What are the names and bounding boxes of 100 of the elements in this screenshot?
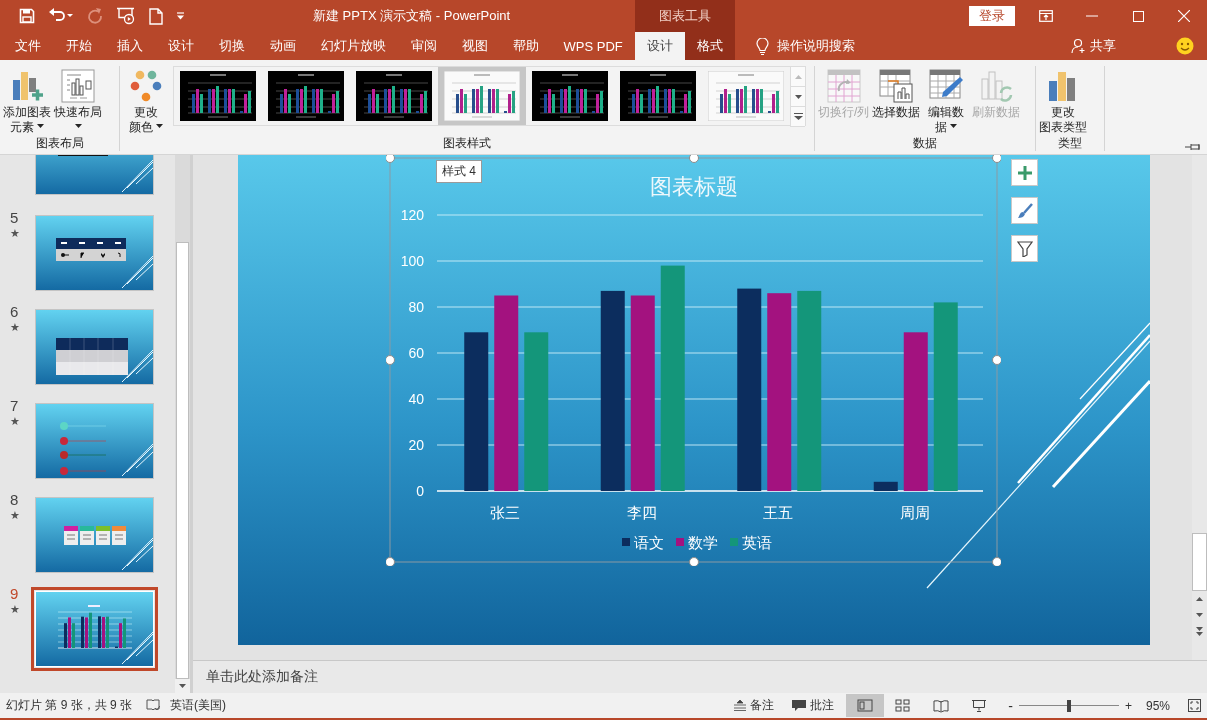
ribbon-button[interactable]: 编辑数 据 — [922, 66, 971, 135]
axis-label: 张三 — [490, 504, 521, 521]
undo-icon[interactable] — [48, 8, 74, 24]
chart-style-thumbnail[interactable] — [438, 67, 526, 125]
slide-number: 5 — [10, 209, 19, 226]
slide-thumbnail[interactable] — [36, 498, 153, 572]
animation-mark: ★ — [10, 415, 20, 428]
bar — [873, 481, 898, 491]
ribbon-tab[interactable]: 插入 — [104, 32, 155, 60]
slide-thumbnail[interactable] — [36, 216, 153, 290]
customize-caret-icon[interactable] — [176, 12, 185, 20]
caret-icon — [37, 124, 44, 129]
present-from-start-icon[interactable] — [116, 7, 136, 25]
chart-filters-button[interactable] — [1011, 235, 1038, 262]
ribbon-tab[interactable]: WPS PDF — [551, 32, 636, 60]
animation-mark: ★ — [10, 321, 20, 334]
ribbon-button[interactable]: 添加图表 元素 — [2, 66, 52, 135]
context-tab-label: 图表工具 — [659, 7, 711, 25]
resize-handle[interactable] — [992, 355, 1001, 365]
scroll-down-icon[interactable] — [794, 94, 802, 99]
ribbon-display-options-icon[interactable] — [1039, 10, 1053, 22]
person-icon — [1071, 38, 1087, 54]
zoom-level[interactable]: 95% — [1145, 698, 1170, 713]
zoom-out-button[interactable]: - — [1008, 697, 1013, 714]
share-button[interactable]: 共享 — [1065, 32, 1122, 60]
slide-thumbnail[interactable] — [36, 592, 153, 666]
ribbon-button[interactable]: 快速布局 — [53, 66, 103, 135]
slideshow-view-icon — [971, 698, 988, 713]
quick-layout-icon — [61, 69, 95, 103]
scrollbar-thumb[interactable] — [1192, 533, 1207, 591]
ribbon-button[interactable]: 选择数据 — [871, 66, 922, 120]
group-label: 图表布局 — [35, 135, 84, 152]
spelling-check-icon[interactable] — [146, 699, 161, 712]
pin-ribbon-icon[interactable] — [1185, 143, 1201, 151]
axis-label: 80 — [408, 299, 424, 315]
axis-label: 0 — [416, 483, 424, 499]
notes-button[interactable]: 备注 — [728, 697, 781, 714]
resize-handle[interactable] — [689, 155, 699, 163]
slide-number: 8 — [10, 491, 19, 508]
comments-button[interactable]: 批注 — [786, 697, 841, 714]
axis-label: 20 — [408, 437, 424, 453]
select-data-icon — [879, 69, 914, 103]
notes-placeholder[interactable]: 单击此处添加备注 — [206, 668, 318, 686]
ribbon-tab[interactable]: 格式 — [685, 32, 736, 60]
sign-in-button[interactable]: 登录 — [969, 6, 1015, 26]
zoom-slider[interactable] — [1018, 699, 1119, 712]
ribbon-tab[interactable]: 设计 — [635, 32, 686, 60]
ribbon-tab[interactable]: 帮助 — [500, 32, 551, 60]
scroll-up-icon[interactable] — [1196, 597, 1203, 601]
resize-handle[interactable] — [992, 557, 1001, 566]
resize-handle[interactable] — [386, 155, 395, 163]
resize-handle[interactable] — [386, 355, 395, 365]
ribbon-tab[interactable]: 切换 — [206, 32, 257, 60]
scroll-down-icon[interactable] — [179, 684, 186, 688]
zoom-in-button[interactable]: + — [1124, 698, 1132, 713]
maximize-icon[interactable] — [1132, 10, 1144, 22]
ribbon-tab[interactable]: 审阅 — [398, 32, 449, 60]
axis-label: 周周 — [899, 504, 930, 521]
slider-thumb[interactable] — [1066, 699, 1071, 712]
smiley-icon[interactable] — [1176, 37, 1194, 55]
ribbon-button[interactable]: 更改 颜色 — [122, 66, 170, 135]
slide-thumbnail[interactable] — [36, 310, 153, 384]
close-icon[interactable] — [1178, 10, 1190, 22]
legend-item: 语文 — [622, 534, 664, 551]
ribbon-tab[interactable]: 视图 — [449, 32, 500, 60]
scrollbar-thumb[interactable] — [176, 242, 189, 679]
chart-elements-button[interactable] — [1011, 159, 1038, 186]
slide-number: 7 — [10, 397, 19, 414]
notes-icon — [734, 700, 747, 711]
group-label: 图表样式 — [443, 135, 491, 152]
normal-view-icon — [857, 698, 874, 713]
axis-label: 王五 — [763, 504, 794, 521]
paintbrush-icon — [1016, 202, 1033, 219]
scroll-down-icon[interactable] — [1196, 613, 1203, 617]
chart-styles-button[interactable] — [1011, 197, 1038, 224]
ribbon-tab[interactable]: 开始 — [53, 32, 104, 60]
fit-to-window-icon[interactable] — [1188, 699, 1201, 712]
language-indicator[interactable]: 英语(美国) — [170, 697, 227, 714]
resize-handle[interactable] — [992, 155, 1001, 163]
ribbon-tab[interactable]: 幻灯片放映 — [308, 32, 398, 60]
animation-mark: ★ — [10, 603, 20, 616]
tell-me-search[interactable]: 操作说明搜索 — [750, 32, 862, 60]
ribbon-tab[interactable]: 文件 — [2, 32, 53, 60]
resize-handle[interactable] — [689, 557, 699, 566]
ribbon-tab[interactable]: 设计 — [155, 32, 206, 60]
slide-thumbnail[interactable] — [36, 404, 153, 478]
caret-icon — [74, 124, 82, 129]
slide-number: 6 — [10, 303, 19, 320]
legend-item: 英语 — [730, 534, 772, 551]
window-title: 新建 PPTX 演示文稿 - PowerPoint — [313, 7, 511, 25]
caret-icon — [950, 124, 958, 129]
next-slide-icon[interactable] — [1196, 626, 1203, 636]
reading-view-icon — [933, 698, 950, 713]
ribbon-button[interactable]: 更改 图表类型 — [1038, 66, 1088, 135]
new-file-icon[interactable] — [149, 7, 163, 25]
more-styles-icon[interactable] — [793, 113, 803, 120]
ribbon-tab[interactable]: 动画 — [257, 32, 308, 60]
refresh-data-icon — [979, 69, 1014, 103]
resize-handle[interactable] — [386, 557, 395, 566]
save-icon[interactable] — [19, 8, 35, 24]
